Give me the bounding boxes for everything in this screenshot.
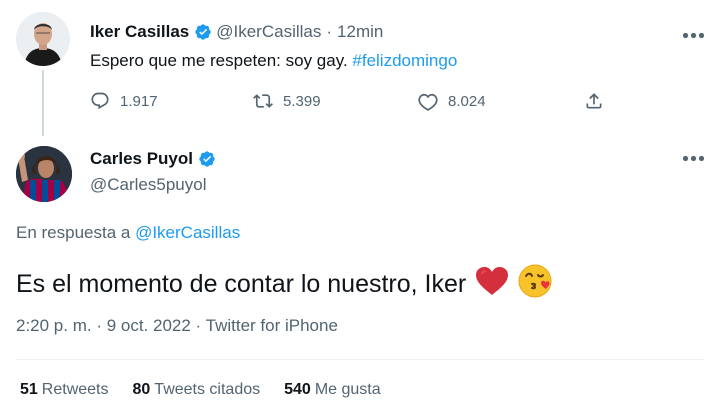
reply-button[interactable]: 1.917 — [90, 91, 158, 111]
tweet2-text-body: Es el momento de contar lo nuestro, Iker — [16, 270, 467, 298]
red-heart-emoji — [475, 266, 509, 303]
verified-badge-icon — [194, 23, 212, 41]
tweet-original: Iker Casillas @IkerCasillas · 12min Espe… — [0, 0, 720, 136]
share-button[interactable] — [584, 91, 604, 111]
author-name[interactable]: Carles Puyol — [90, 149, 193, 169]
like-icon — [418, 93, 438, 111]
engagement-stats: 51 Retweets 80 Tweets citados 540 Me gusta — [20, 381, 381, 399]
tweet-timestamp[interactable]: 12min — [337, 22, 383, 42]
reply-icon — [91, 92, 109, 110]
tweet-reply: Carles Puyol @Carles5puyol En respuesta … — [0, 135, 720, 414]
share-icon — [586, 93, 602, 109]
tweet1-text: Espero que me respeten: soy gay. #felizd… — [90, 51, 457, 71]
avatar-carles-puyol[interactable] — [16, 146, 72, 202]
tweet1-text-plain: Espero que me respeten: soy gay. — [90, 51, 353, 70]
stat-label: Retweets — [41, 381, 109, 398]
reply-prefix: En respuesta a — [16, 223, 136, 242]
retweet-button[interactable]: 5.399 — [253, 91, 321, 111]
more-options-icon[interactable] — [683, 156, 705, 162]
stat-label: Me gusta — [314, 381, 381, 398]
author-name[interactable]: Iker Casillas — [90, 22, 189, 42]
thread-connector-line — [42, 70, 44, 136]
verified-badge-icon — [198, 150, 216, 168]
reply-count: 1.917 — [120, 92, 158, 110]
hashtag-link[interactable]: #felizdomingo — [352, 51, 457, 70]
stat-quote-tweets[interactable]: 80 Tweets citados — [133, 381, 261, 399]
tweet1-header: Iker Casillas @IkerCasillas · 12min — [90, 22, 383, 42]
reply-context: En respuesta a @IkerCasillas — [16, 223, 240, 243]
more-options-icon[interactable] — [683, 33, 705, 39]
author-handle[interactable]: @Carles5puyol — [90, 175, 206, 195]
tweet2-text: Es el momento de contar lo nuestro, Iker — [16, 263, 554, 306]
avatar-iker-casillas[interactable] — [16, 12, 70, 66]
author-handle[interactable]: @IkerCasillas — [216, 22, 321, 42]
stat-count: 80 — [132, 381, 151, 398]
retweet-icon — [253, 94, 273, 108]
retweet-count: 5.399 — [283, 92, 321, 110]
tweet2-header: Carles Puyol — [90, 149, 220, 169]
stat-count: 540 — [284, 381, 311, 398]
tweet-meta[interactable]: 2:20 p. m. · 9 oct. 2022 · Twitter for i… — [16, 316, 338, 336]
stat-label: Tweets citados — [154, 381, 261, 398]
tweet1-actions: 1.917 5.399 8.024 — [90, 91, 610, 115]
like-button[interactable]: 8.024 — [418, 91, 486, 111]
reply-handle-link[interactable]: @IkerCasillas — [135, 223, 240, 242]
stat-retweets[interactable]: 51 Retweets — [20, 381, 109, 399]
kissing-face-emoji — [518, 263, 554, 306]
separator-dot: · — [326, 22, 333, 41]
stat-likes[interactable]: 540 Me gusta — [284, 381, 381, 399]
like-count: 8.024 — [448, 92, 486, 110]
divider — [16, 359, 704, 360]
stat-count: 51 — [20, 381, 38, 398]
